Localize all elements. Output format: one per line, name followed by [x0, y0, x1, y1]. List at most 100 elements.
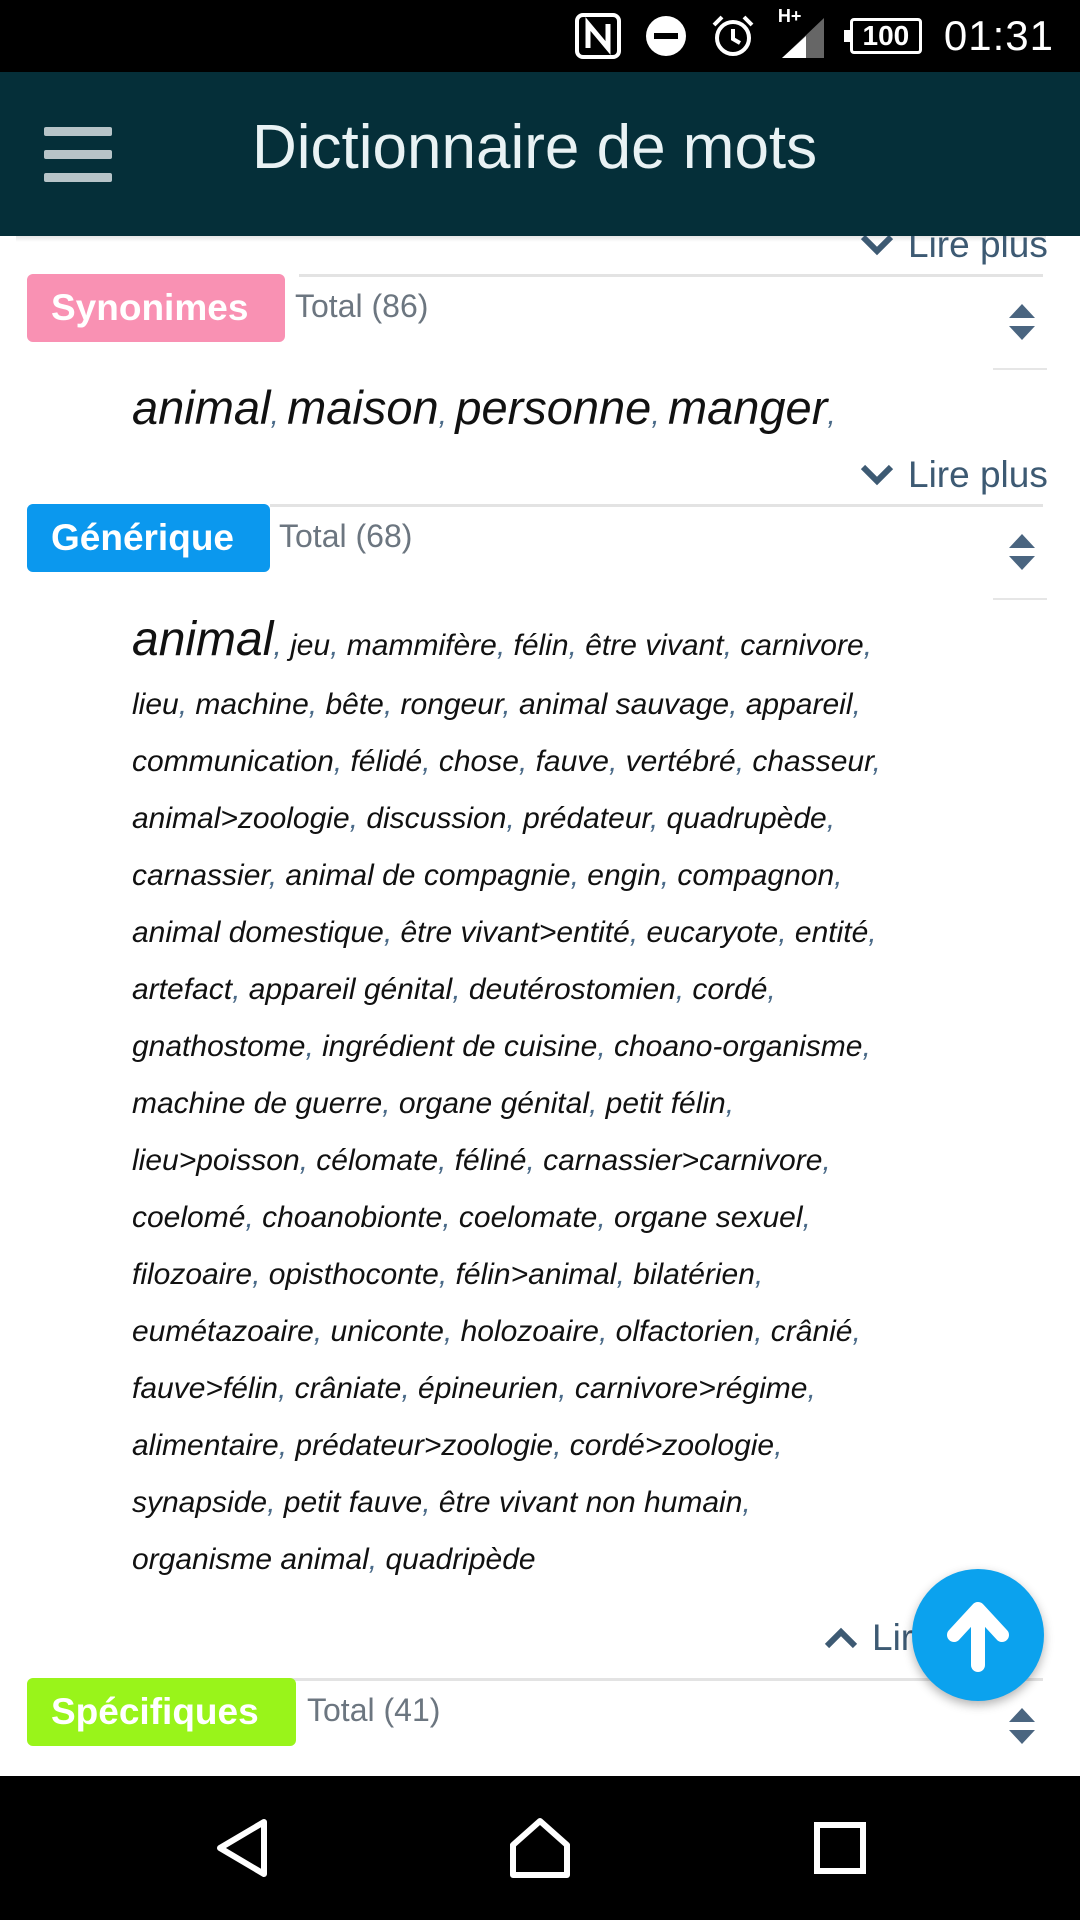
word-link[interactable]: jeu	[290, 629, 330, 662]
word-link[interactable]: félin>animal	[456, 1258, 617, 1291]
word-link[interactable]: ingrédient de cuisine	[322, 1030, 597, 1063]
word-link[interactable]: cordé>zoologie	[570, 1429, 774, 1462]
word-link[interactable]: fauve>félin	[132, 1372, 278, 1405]
word-link[interactable]: entité	[795, 916, 868, 949]
word-separator: ,	[852, 688, 861, 721]
word-separator: ,	[723, 629, 741, 662]
word-link[interactable]: carnassier	[132, 859, 269, 892]
sort-icon[interactable]	[1007, 302, 1037, 342]
word-link[interactable]: lieu>poisson	[132, 1144, 300, 1177]
word-link[interactable]: chose	[439, 745, 519, 778]
word-line: machine de guerre, organe génital, petit…	[132, 1075, 972, 1132]
word-link[interactable]: carnivore	[740, 629, 863, 662]
arrow-up-icon	[947, 1602, 1009, 1672]
tag-specifiques[interactable]: Spécifiques	[27, 1678, 296, 1746]
word-link[interactable]: être vivant non humain	[439, 1486, 743, 1519]
word-separator: ,	[852, 1315, 861, 1348]
word-separator: ,	[599, 1315, 616, 1348]
word-link[interactable]: épineurien	[418, 1372, 558, 1405]
word-link[interactable]: machine de guerre	[132, 1087, 382, 1120]
sort-icon[interactable]	[1007, 532, 1037, 572]
word-link[interactable]: petit fauve	[284, 1486, 422, 1519]
word-link[interactable]: holozoaire	[461, 1315, 599, 1348]
word-link[interactable]: crânié	[771, 1315, 853, 1348]
word-link[interactable]: carnivore>régime	[575, 1372, 808, 1405]
do-not-disturb-icon	[644, 14, 688, 58]
word-separator: ,	[729, 688, 746, 721]
word-link[interactable]: vertébré	[626, 745, 736, 778]
word-separator: ,	[438, 1144, 455, 1177]
tag-generique[interactable]: Générique	[27, 504, 270, 572]
word-link[interactable]: être vivant	[585, 629, 723, 662]
word-link[interactable]: alimentaire	[132, 1429, 279, 1462]
word-link[interactable]: artefact	[132, 973, 232, 1006]
hamburger-menu-icon[interactable]	[44, 127, 112, 183]
lire-plus-link-top[interactable]: Lire plus	[860, 236, 1048, 266]
word-link[interactable]: rongeur	[401, 688, 503, 721]
word-link[interactable]: bilatérien	[633, 1258, 755, 1291]
word-separator: ,	[553, 1429, 570, 1462]
word-link[interactable]: eumétazoaire	[132, 1315, 314, 1348]
word-link[interactable]: félin	[513, 629, 568, 662]
word-separator: ,	[442, 1201, 459, 1234]
word-link[interactable]: communication	[132, 745, 334, 778]
word-link[interactable]: chasseur	[752, 745, 872, 778]
word-link[interactable]: olfactorien	[616, 1315, 754, 1348]
word-link[interactable]: choanobionte	[262, 1201, 442, 1234]
back-button[interactable]	[172, 1776, 312, 1920]
word-separator: ,	[349, 802, 367, 835]
word-link[interactable]: machine	[195, 688, 308, 721]
recents-button[interactable]	[770, 1776, 910, 1920]
word-link[interactable]: être vivant>entité	[400, 916, 629, 949]
word-link[interactable]: opisthoconte	[269, 1258, 439, 1291]
word-link[interactable]: animal domestique	[132, 916, 384, 949]
word-link[interactable]: appareil génital	[249, 973, 452, 1006]
word-link[interactable]: féliné	[455, 1144, 527, 1177]
word-link[interactable]: animal	[132, 613, 273, 666]
word-link[interactable]: gnathostome	[132, 1030, 305, 1063]
word-link[interactable]: animal	[132, 381, 270, 434]
word-link[interactable]: félidé	[350, 745, 422, 778]
scroll-top-button[interactable]	[912, 1569, 1044, 1701]
word-link[interactable]: personne	[455, 381, 651, 434]
lire-plus-link[interactable]: Lire plus	[860, 454, 1048, 496]
word-link[interactable]: petit félin	[606, 1087, 726, 1120]
word-link[interactable]: coelomé	[132, 1201, 245, 1234]
word-link[interactable]: compagnon	[677, 859, 834, 892]
word-link[interactable]: synapside	[132, 1486, 267, 1519]
word-link[interactable]: fauve	[536, 745, 609, 778]
home-button[interactable]	[470, 1776, 610, 1920]
word-link[interactable]: engin	[587, 859, 660, 892]
word-link[interactable]: coelomate	[459, 1201, 597, 1234]
word-link[interactable]: prédateur	[523, 802, 650, 835]
word-separator: ,	[496, 629, 514, 662]
word-link[interactable]: célomate	[316, 1144, 438, 1177]
word-link[interactable]: filozoaire	[132, 1258, 252, 1291]
word-link[interactable]: quadripède	[385, 1543, 535, 1576]
word-link[interactable]: eucaryote	[646, 916, 778, 949]
word-link[interactable]: organisme animal	[132, 1543, 369, 1576]
word-link[interactable]: animal de compagnie	[285, 859, 570, 892]
word-link[interactable]: quadrupède	[667, 802, 827, 835]
word-link[interactable]: animal>zoologie	[132, 802, 350, 835]
word-link[interactable]: discussion	[366, 802, 506, 835]
word-link[interactable]: appareil	[746, 688, 853, 721]
word-link[interactable]: prédateur>zoologie	[295, 1429, 553, 1462]
word-link[interactable]: crâniate	[295, 1372, 402, 1405]
word-link[interactable]: mammifère	[347, 629, 497, 662]
tag-synonymes[interactable]: Synonimes	[27, 274, 285, 342]
word-link[interactable]: bête	[325, 688, 383, 721]
word-link[interactable]: maison	[287, 381, 439, 434]
word-link[interactable]: choano-organisme	[614, 1030, 862, 1063]
word-link[interactable]: uniconte	[330, 1315, 443, 1348]
content-area[interactable]: Lire plus Synonimes Total (86) animal, m…	[0, 236, 1080, 1776]
word-link[interactable]: cordé	[692, 973, 767, 1006]
word-link[interactable]: carnassier>carnivore	[543, 1144, 822, 1177]
word-link[interactable]: animal sauvage	[519, 688, 729, 721]
word-link[interactable]: lieu	[132, 688, 179, 721]
sort-icon[interactable]	[1007, 1706, 1037, 1746]
word-link[interactable]: manger	[668, 381, 827, 434]
word-link[interactable]: organe sexuel	[614, 1201, 802, 1234]
word-link[interactable]: deutérostomien	[469, 973, 676, 1006]
word-link[interactable]: organe génital	[399, 1087, 589, 1120]
